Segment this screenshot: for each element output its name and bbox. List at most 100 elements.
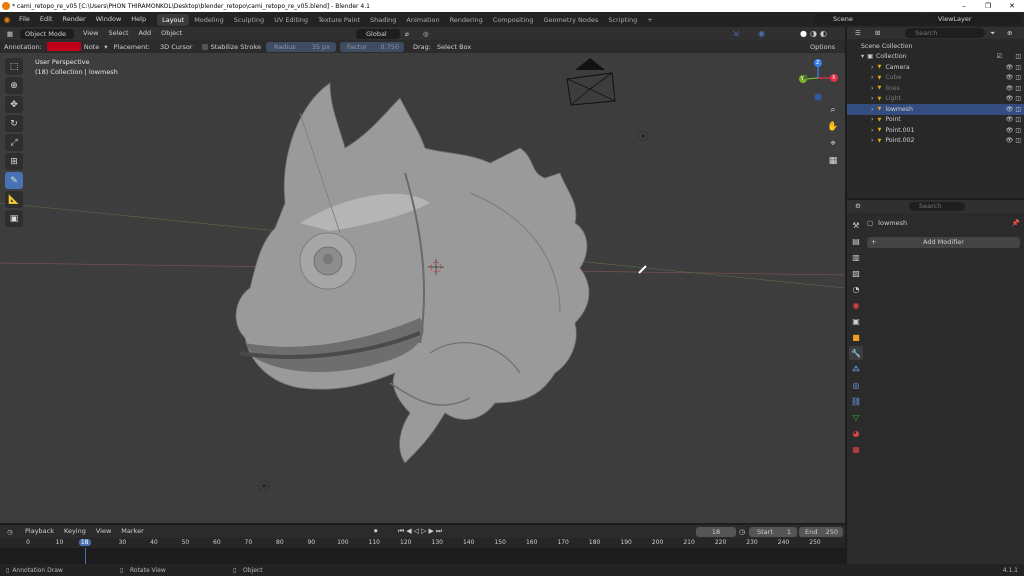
output-tab-icon[interactable]: ▥	[849, 250, 863, 264]
constraints-tab-icon[interactable]: ⛓	[849, 394, 863, 408]
scene-selector[interactable]: Scene	[815, 14, 925, 25]
add-modifier-button[interactable]: + Add Modifier	[867, 237, 1020, 248]
data-tab-icon[interactable]: ▽	[849, 410, 863, 424]
cursor-tool-icon[interactable]: ⊕	[5, 77, 23, 94]
tool-tab-icon[interactable]: ⚒	[849, 218, 863, 232]
tab-compositing[interactable]: Compositing	[488, 14, 539, 26]
gizmo-icon[interactable]: ⇲	[732, 29, 739, 38]
ortho-toggle-icon[interactable]: ▦	[826, 154, 840, 168]
timeline-view-menu[interactable]: View	[91, 524, 116, 539]
rotate-tool-icon[interactable]: ↻	[5, 115, 23, 132]
auto-key-icon[interactable]: ⏺	[374, 527, 378, 536]
collection-tab-icon[interactable]: ▣	[849, 314, 863, 328]
outliner-item[interactable]: › ▼ lines 👁 ◫	[847, 83, 1024, 94]
pan-view-icon[interactable]: ✋	[826, 120, 840, 134]
view-layer-selector[interactable]: ViewLayer	[925, 14, 1021, 25]
add-menu[interactable]: Add	[134, 26, 157, 41]
visibility-toggle-icon[interactable]: 👁 ◫	[1006, 106, 1021, 113]
current-frame-field[interactable]: 18	[696, 526, 736, 537]
tab-animation[interactable]: Animation	[401, 14, 444, 26]
mode-dropdown[interactable]: Object Mode	[20, 28, 74, 39]
object-tab-icon[interactable]: ■	[849, 330, 863, 344]
scene-tab-icon[interactable]: ◔	[849, 282, 863, 296]
shading-solid-icon[interactable]: ●	[800, 29, 807, 38]
outliner-item[interactable]: › ▼ Point.001 👁 ◫	[847, 125, 1024, 136]
display-mode-icon[interactable]: ⊞	[875, 29, 880, 37]
end-frame-field[interactable]: End 250	[799, 526, 843, 537]
menu-window[interactable]: Window	[91, 12, 127, 27]
outliner-item[interactable]: › ▼ Camera 👁 ◫	[847, 62, 1024, 73]
playback-menu[interactable]: Playback	[20, 524, 59, 539]
annotate-tool-icon[interactable]: ✎	[5, 172, 23, 189]
lowmesh-object[interactable]	[235, 82, 590, 464]
camera-object[interactable]	[566, 58, 616, 106]
3d-viewport[interactable]: User Perspective (18) Collection | lowme…	[0, 53, 845, 523]
new-collection-icon[interactable]: ⊕	[1007, 29, 1012, 37]
tab-modeling[interactable]: Modeling	[189, 14, 229, 26]
object-menu[interactable]: Object	[156, 26, 187, 41]
blender-menu-icon[interactable]: ◉	[0, 15, 14, 24]
options-dropdown[interactable]: Options	[806, 41, 842, 52]
filter-icon[interactable]: ⏷	[990, 29, 995, 38]
menu-edit[interactable]: Edit	[35, 12, 58, 27]
properties-editor-icon[interactable]: ⚙	[855, 202, 861, 210]
measure-tool-icon[interactable]: 📐	[5, 191, 23, 208]
view-menu[interactable]: View	[78, 26, 103, 41]
outliner-item[interactable]: › ▼ Cube 👁 ◫	[847, 73, 1024, 84]
playhead-line[interactable]	[84, 548, 86, 564]
pin-icon[interactable]: 📌	[1012, 219, 1020, 227]
visibility-toggle-icon[interactable]: 👁 ◫	[1006, 95, 1021, 102]
transform-tool-icon[interactable]: ⊞	[5, 153, 23, 170]
menu-file[interactable]: File	[14, 12, 35, 27]
expand-arrow-icon[interactable]: ▾	[861, 53, 864, 60]
transform-orientation-dropdown[interactable]: Global	[356, 28, 400, 39]
expand-arrow-icon[interactable]: ›	[871, 137, 873, 144]
render-tab-icon[interactable]: ▤	[849, 234, 863, 248]
placement-dropdown[interactable]: 3D Cursor	[154, 41, 198, 52]
maximize-button[interactable]: ❐	[976, 0, 1000, 12]
timeline-body[interactable]: 0 10 18 30 40 50 60 70 80 90 100 110 120 130 140 150 160…	[0, 538, 845, 564]
tab-layout[interactable]: Layout	[157, 14, 190, 26]
menu-help[interactable]: Help	[126, 12, 151, 27]
modifier-tab-icon[interactable]: 🔧	[849, 346, 863, 360]
shading-render-icon[interactable]: ◐	[820, 29, 827, 38]
camera-view-icon[interactable]: ⌖	[826, 137, 840, 151]
minimize-button[interactable]: –	[952, 0, 976, 12]
material-tab-icon[interactable]: ◕	[849, 426, 863, 440]
scene-collection-row[interactable]: Scene Collection	[847, 41, 1024, 52]
tab-rendering[interactable]: Rendering	[445, 14, 488, 26]
start-frame-field[interactable]: Start 1	[749, 526, 797, 537]
playback-controls[interactable]: ⏮◀◁▷▶⏭	[398, 527, 444, 536]
shading-material-icon[interactable]: ◑	[810, 29, 817, 38]
tab-uv-editing[interactable]: UV Editing	[269, 14, 313, 26]
scale-tool-icon[interactable]: ⤢	[5, 134, 23, 151]
particles-tab-icon[interactable]: ⁂	[849, 362, 863, 376]
outliner-search-input[interactable]: Search	[905, 28, 985, 38]
outliner-editor-icon[interactable]: ☰	[855, 29, 861, 37]
visibility-toggle-icon[interactable]: 👁 ◫	[1006, 74, 1021, 81]
expand-arrow-icon[interactable]: ›	[871, 106, 873, 113]
timeline-editor-icon[interactable]: ◷	[0, 528, 20, 536]
texture-tab-icon[interactable]: ▦	[849, 442, 863, 456]
visibility-toggle-icon[interactable]: 👁 ◫	[1006, 127, 1021, 134]
layer-dropdown-icon[interactable]: ▾	[104, 43, 107, 51]
keying-menu[interactable]: Keying	[59, 524, 91, 539]
point-light-bottom[interactable]	[258, 480, 270, 492]
annotation-layer[interactable]: Note	[84, 43, 99, 51]
proportional-icon[interactable]: ◎	[423, 30, 429, 38]
clock-icon[interactable]: ◷	[739, 528, 745, 536]
outliner-item[interactable]: › ▼ Point 👁 ◫	[847, 115, 1024, 126]
tab-geometry-nodes[interactable]: Geometry Nodes	[539, 14, 604, 26]
tab-sculpting[interactable]: Sculpting	[229, 14, 269, 26]
annotation-color-swatch[interactable]	[46, 42, 81, 51]
add-cube-tool-icon[interactable]: ▣	[5, 210, 23, 227]
outliner-item[interactable]: › ▼ Light 👁 ◫	[847, 94, 1024, 105]
expand-arrow-icon[interactable]: ›	[871, 95, 873, 102]
tab-scripting[interactable]: Scripting	[603, 14, 642, 26]
expand-arrow-icon[interactable]: ›	[871, 64, 873, 71]
visibility-toggle-icon[interactable]: 👁 ◫	[1006, 85, 1021, 92]
properties-search-input[interactable]: Search	[909, 202, 965, 211]
editor-type-icon[interactable]: ▦	[0, 30, 20, 38]
visibility-toggle-icon[interactable]: 👁 ◫	[1006, 64, 1021, 71]
timeline-ruler[interactable]: 0 10 18 30 40 50 60 70 80 90 100 110 120 130 140 150 160…	[0, 538, 845, 548]
